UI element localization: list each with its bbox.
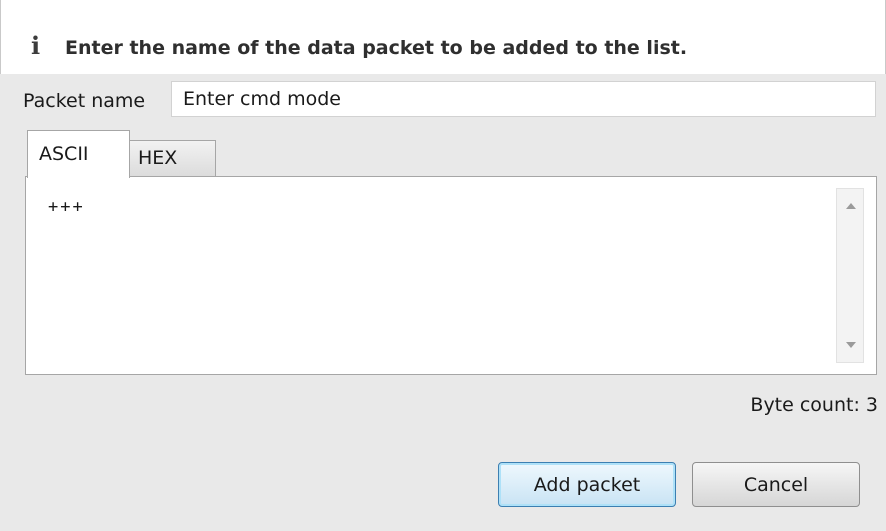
add-packet-button[interactable]: Add packet <box>498 462 676 507</box>
scroll-down-arrow-icon[interactable] <box>846 342 856 348</box>
vertical-scrollbar[interactable] <box>836 188 864 363</box>
packet-name-input[interactable] <box>171 81 876 117</box>
packet-name-label: Packet name <box>23 90 146 112</box>
byte-count: Byte count: 3 <box>750 394 878 416</box>
tab-hex[interactable]: HEX <box>127 140 216 176</box>
header-message: Enter the name of the data packet to be … <box>65 37 688 59</box>
editor-text: +++ <box>48 197 85 217</box>
info-icon: i <box>31 31 41 60</box>
dialog-header: i Enter the name of the data packet to b… <box>0 0 886 74</box>
tab-ascii[interactable]: ASCII <box>27 130 130 178</box>
packet-content-editor[interactable]: +++ <box>25 176 877 375</box>
scroll-up-arrow-icon[interactable] <box>846 203 856 209</box>
cancel-button[interactable]: Cancel <box>692 462 860 507</box>
